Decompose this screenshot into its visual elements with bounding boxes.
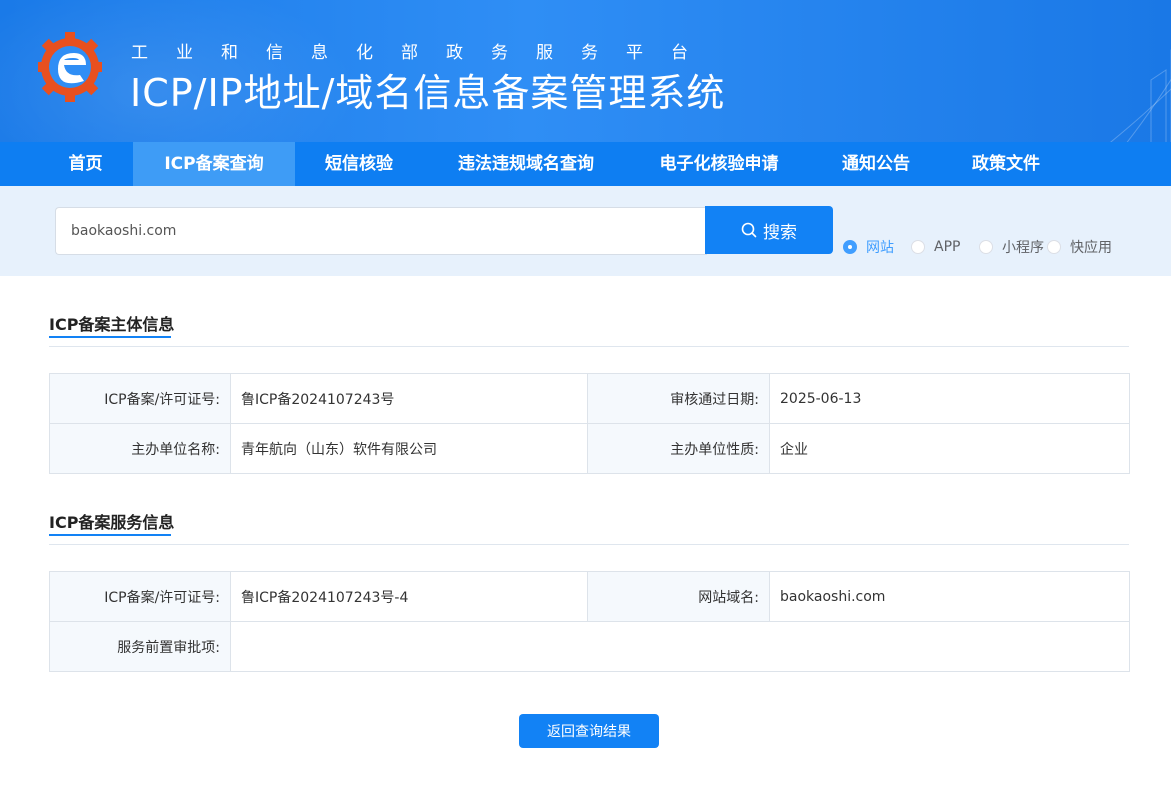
service-license-no-value: 鲁ICP备2024107243号-4 [230,571,588,622]
service-license-no-label: ICP备案/许可证号: [49,571,231,622]
subject-info-table: ICP备案/许可证号: 鲁ICP备2024107243号 审核通过日期: 202… [49,373,1130,474]
nav-item-illegal-domain-query[interactable]: 违法违规域名查询 [436,142,616,186]
miit-gear-logo-icon [38,32,102,102]
service-info-table: ICP备案/许可证号: 鲁ICP备2024107243号-4 网站域名: bao… [49,571,1130,672]
service-section-divider [49,544,1129,545]
radio-unchecked-icon [911,240,925,254]
radio-website[interactable]: 网站 [843,238,894,256]
radio-quick-app[interactable]: 快应用 [1047,238,1112,256]
search-input[interactable] [55,207,707,255]
subject-section-divider [49,346,1129,347]
subject-section-underline [49,336,171,338]
pre-approval-value [230,621,1130,672]
radio-quick-app-label: 快应用 [1070,240,1112,256]
radio-mini-program[interactable]: 小程序 [979,238,1044,256]
approval-date-value: 2025-06-13 [769,373,1130,424]
table-row: ICP备案/许可证号: 鲁ICP备2024107243号 审核通过日期: 202… [49,373,1130,424]
nav-item-home[interactable]: 首页 [38,142,133,186]
header-city-decoration [1110,49,1171,142]
radio-unchecked-icon [1047,240,1061,254]
subject-section-title: ICP备案主体信息 [49,315,175,334]
nav-item-notices[interactable]: 通知公告 [822,142,930,186]
table-row: 服务前置审批项: [49,621,1130,672]
nav-item-e-verify-apply[interactable]: 电子化核验申请 [638,142,800,186]
license-no-value: 鲁ICP备2024107243号 [230,373,588,424]
website-domain-label: 网站域名: [587,571,770,622]
organizer-name-value: 青年航向（山东）软件有限公司 [230,423,588,474]
radio-checked-icon [843,240,857,254]
service-section-title: ICP备案服务信息 [49,513,175,532]
radio-website-label: 网站 [866,240,894,256]
table-row: ICP备案/许可证号: 鲁ICP备2024107243号-4 网站域名: bao… [49,571,1130,622]
header-subtitle: 工业和信息化部政务服务平台 [131,43,716,63]
organizer-type-label: 主办单位性质: [587,423,770,474]
license-no-label: ICP备案/许可证号: [49,373,231,424]
main-nav: 首页 ICP备案查询 短信核验 违法违规域名查询 电子化核验申请 通知公告 政策… [0,142,1171,186]
approval-date-label: 审核通过日期: [587,373,770,424]
search-button[interactable]: 搜索 [705,206,833,254]
nav-item-icp-query[interactable]: ICP备案查询 [133,142,295,186]
back-to-results-button[interactable]: 返回查询结果 [519,714,659,748]
nav-item-sms-verify[interactable]: 短信核验 [304,142,414,186]
service-section-underline [49,534,171,536]
radio-mini-program-label: 小程序 [1002,240,1044,256]
radio-app[interactable]: APP [911,238,960,256]
radio-app-label: APP [934,239,961,255]
search-panel: 搜索 网站 APP 小程序 快应用 [0,186,1171,276]
organizer-type-value: 企业 [769,423,1130,474]
search-icon [741,222,757,238]
pre-approval-label: 服务前置审批项: [49,621,231,672]
table-row: 主办单位名称: 青年航向（山东）软件有限公司 主办单位性质: 企业 [49,423,1130,474]
nav-item-policy-docs[interactable]: 政策文件 [952,142,1060,186]
site-header: 工业和信息化部政务服务平台 ICP/IP地址/域名信息备案管理系统 [0,0,1171,142]
radio-unchecked-icon [979,240,993,254]
website-domain-value: baokaoshi.com [769,571,1130,622]
organizer-name-label: 主办单位名称: [49,423,231,474]
search-button-label: 搜索 [763,222,797,243]
system-title: ICP/IP地址/域名信息备案管理系统 [130,71,726,115]
